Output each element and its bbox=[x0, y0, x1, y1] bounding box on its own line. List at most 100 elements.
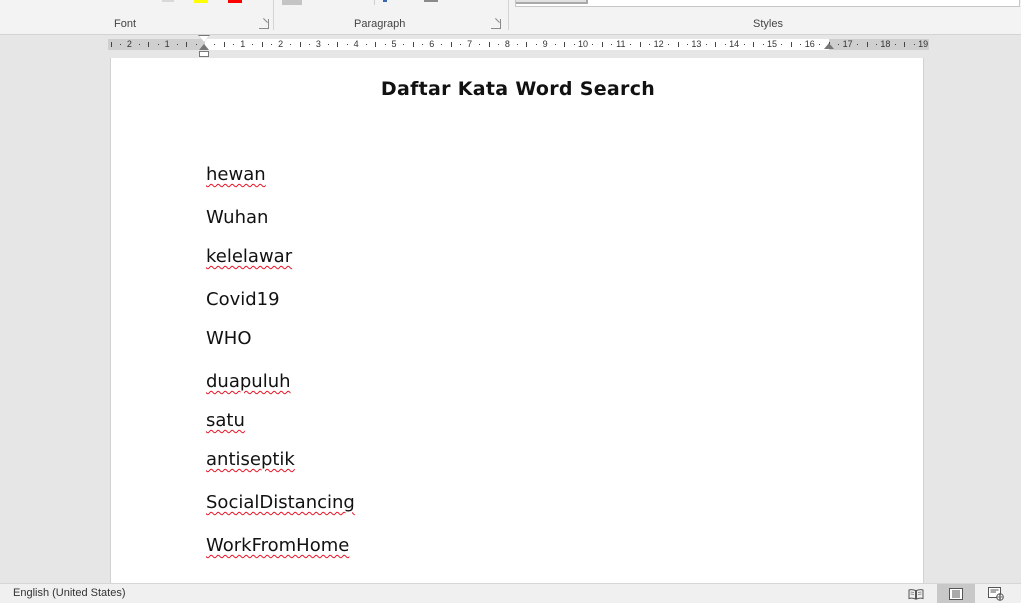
group-separator bbox=[273, 0, 274, 30]
ruler-number: 13 bbox=[691, 39, 702, 49]
ruler-tick bbox=[403, 44, 405, 45]
ruler-number: 10 bbox=[577, 39, 589, 49]
ruler-tick bbox=[668, 44, 670, 45]
ruler-number: 1 bbox=[240, 39, 246, 49]
ruler-tick bbox=[800, 44, 802, 45]
ruler-tick bbox=[819, 44, 821, 45]
left-indent-marker[interactable] bbox=[199, 44, 209, 57]
ruler-number: 19 bbox=[918, 39, 929, 49]
ruler-tick bbox=[516, 44, 518, 45]
word-item: Covid19 bbox=[206, 289, 280, 310]
word-item: Wuhan bbox=[206, 207, 269, 228]
word-item: SocialDistancing bbox=[206, 492, 355, 513]
font-group-label: Font bbox=[114, 18, 137, 30]
first-line-indent-marker-fill bbox=[199, 36, 209, 42]
sort-icon[interactable] bbox=[383, 0, 387, 2]
ruler-tick bbox=[214, 44, 216, 45]
ruler-tick bbox=[630, 44, 632, 45]
ruler-tick bbox=[639, 42, 641, 47]
ruler-number: 4 bbox=[353, 39, 359, 49]
ruler-tick bbox=[875, 44, 877, 45]
ruler-tick bbox=[790, 42, 792, 47]
print-layout-button[interactable] bbox=[937, 584, 975, 603]
ruler-tick bbox=[762, 44, 764, 45]
word-item: WHO bbox=[206, 328, 252, 349]
web-layout-icon bbox=[988, 586, 1004, 601]
group-separator bbox=[508, 0, 509, 30]
font-color-swatch[interactable] bbox=[228, 0, 242, 3]
ruler-tick bbox=[857, 44, 859, 45]
ruler-tick bbox=[441, 44, 443, 45]
ruler-tick bbox=[384, 44, 386, 45]
ruler-tick bbox=[866, 42, 868, 47]
borders-icon[interactable] bbox=[424, 0, 438, 2]
font-dialog-launcher-icon[interactable] bbox=[259, 19, 269, 29]
web-layout-button[interactable] bbox=[977, 584, 1015, 603]
paragraph-group-label: Paragraph bbox=[354, 18, 406, 30]
ruler-number: 12 bbox=[653, 39, 664, 49]
read-mode-button[interactable] bbox=[897, 584, 935, 603]
status-bar: English (United States) bbox=[0, 583, 1021, 603]
ruler-tick bbox=[365, 44, 367, 45]
print-layout-icon bbox=[949, 587, 963, 600]
styles-group-label: Styles bbox=[753, 18, 783, 30]
ruler-tick bbox=[781, 44, 783, 45]
ruler-tick bbox=[412, 42, 414, 47]
ruler-number: 3 bbox=[315, 39, 321, 49]
word-item: satu bbox=[206, 410, 245, 431]
ruler-tick bbox=[488, 42, 490, 47]
ruler-tick bbox=[110, 42, 112, 47]
ruler-tick bbox=[186, 42, 188, 47]
selected-style[interactable] bbox=[516, 0, 588, 4]
ruler-tick bbox=[346, 44, 348, 45]
word-item: kelelawar bbox=[206, 246, 293, 267]
document-title: Daftar Kata Word Search bbox=[380, 78, 656, 100]
ruler-number: 11 bbox=[616, 39, 626, 49]
ruler-tick bbox=[838, 44, 840, 45]
ruler-tick bbox=[611, 44, 613, 45]
ruler-tick bbox=[554, 44, 556, 45]
ruler-tick bbox=[649, 44, 651, 45]
highlight-color-swatch[interactable] bbox=[194, 0, 208, 3]
ruler-tick bbox=[564, 42, 566, 47]
ruler-tick bbox=[119, 44, 121, 45]
ruler-tick bbox=[138, 44, 140, 45]
ruler-tick bbox=[904, 42, 906, 47]
separator bbox=[374, 0, 375, 5]
ruler-number: 14 bbox=[729, 39, 740, 49]
ruler-tick bbox=[337, 42, 339, 47]
horizontal-ruler[interactable]: 2 1 1 2 3 4 5 6 7 8 9 10 11 12 13 14 15 16 17 18 19 bbox=[108, 39, 929, 50]
ruler-tick bbox=[223, 42, 225, 47]
word-item: hewan bbox=[206, 164, 266, 185]
ruler-number: 6 bbox=[429, 39, 435, 49]
ruler-tick bbox=[261, 42, 263, 47]
ruler-tick bbox=[601, 42, 603, 47]
right-indent-marker[interactable] bbox=[824, 43, 834, 51]
styles-gallery[interactable] bbox=[515, 0, 1020, 7]
ruler-tick bbox=[450, 42, 452, 47]
ruler-tick bbox=[677, 42, 679, 47]
ruler-tick bbox=[686, 44, 688, 45]
ruler-tick bbox=[327, 44, 329, 45]
ruler-number: 7 bbox=[467, 39, 473, 49]
language-indicator[interactable]: English (United States) bbox=[13, 587, 126, 599]
ruler-number: 18 bbox=[880, 39, 891, 49]
paragraph-dialog-launcher-icon[interactable] bbox=[491, 19, 501, 29]
ruler-number: 2 bbox=[126, 39, 132, 49]
document-page[interactable]: Daftar Kata Word Search hewan Wuhan kelela… bbox=[110, 58, 924, 583]
ruler-tick bbox=[157, 44, 159, 45]
ruler-tick bbox=[460, 44, 462, 45]
ruler-tick bbox=[479, 44, 481, 45]
ruler-tick bbox=[290, 44, 292, 45]
ruler-tick bbox=[715, 42, 717, 47]
text-effects-icon[interactable] bbox=[162, 0, 174, 2]
shading-icon[interactable] bbox=[282, 0, 302, 5]
ruler-number: 17 bbox=[842, 39, 853, 49]
ruler-tick bbox=[308, 44, 310, 45]
ruler-tick bbox=[724, 44, 726, 45]
ruler-tick bbox=[894, 44, 896, 45]
ruler-tick bbox=[573, 44, 575, 45]
ruler-number: 8 bbox=[504, 39, 510, 49]
ruler-number: 2 bbox=[278, 39, 284, 49]
ruler-tick bbox=[299, 42, 301, 47]
